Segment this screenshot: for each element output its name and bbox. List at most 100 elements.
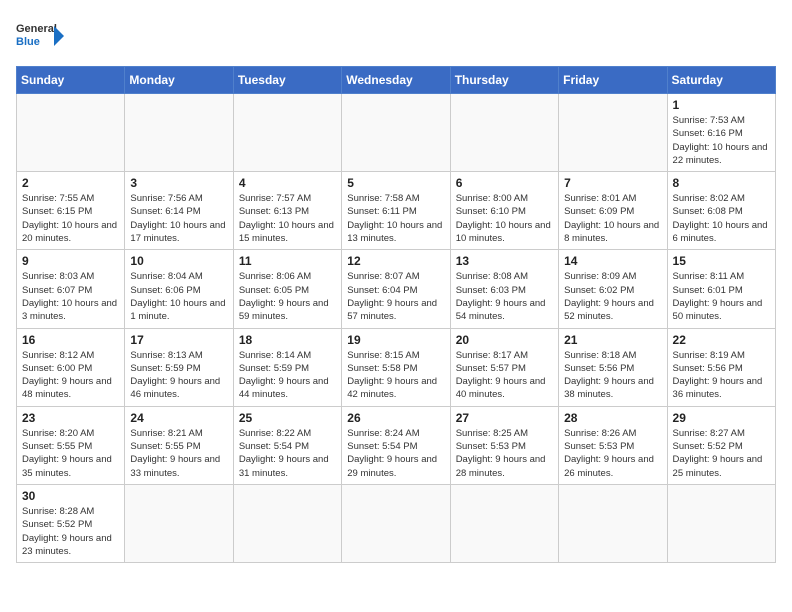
- day-info: Sunrise: 8:18 AM Sunset: 5:56 PM Dayligh…: [564, 349, 661, 402]
- day-info: Sunrise: 8:22 AM Sunset: 5:54 PM Dayligh…: [239, 427, 336, 480]
- weekday-header-wednesday: Wednesday: [342, 67, 450, 94]
- day-info: Sunrise: 8:11 AM Sunset: 6:01 PM Dayligh…: [673, 270, 770, 323]
- calendar-cell: [125, 484, 233, 562]
- day-info: Sunrise: 8:02 AM Sunset: 6:08 PM Dayligh…: [673, 192, 770, 245]
- day-info: Sunrise: 8:13 AM Sunset: 5:59 PM Dayligh…: [130, 349, 227, 402]
- day-number: 8: [673, 176, 770, 190]
- page-header: GeneralBlue: [16, 16, 776, 56]
- calendar-cell: [233, 94, 341, 172]
- day-number: 30: [22, 489, 119, 503]
- day-info: Sunrise: 8:20 AM Sunset: 5:55 PM Dayligh…: [22, 427, 119, 480]
- calendar-cell: 28Sunrise: 8:26 AM Sunset: 5:53 PM Dayli…: [559, 406, 667, 484]
- day-number: 11: [239, 254, 336, 268]
- calendar-cell: 7Sunrise: 8:01 AM Sunset: 6:09 PM Daylig…: [559, 172, 667, 250]
- day-info: Sunrise: 8:19 AM Sunset: 5:56 PM Dayligh…: [673, 349, 770, 402]
- calendar-cell: 19 Sunrise: 8:15 AM Sunset: 5:58 PM Dayli…: [342, 328, 450, 406]
- day-number: 25: [239, 411, 336, 425]
- day-info: Sunrise: 8:14 AM Sunset: 5:59 PM Dayligh…: [239, 349, 336, 402]
- day-info: Sunrise: 8:28 AM Sunset: 5:52 PM Dayligh…: [22, 505, 119, 558]
- calendar-week-row: 23 Sunrise: 8:20 AM Sunset: 5:55 PM Dayli…: [17, 406, 776, 484]
- logo: GeneralBlue: [16, 16, 66, 56]
- day-info: Sunrise: 8:01 AM Sunset: 6:09 PM Dayligh…: [564, 192, 661, 245]
- calendar-cell: 15Sunrise: 8:11 AM Sunset: 6:01 PM Dayli…: [667, 250, 775, 328]
- calendar-cell: 23 Sunrise: 8:20 AM Sunset: 5:55 PM Dayli…: [17, 406, 125, 484]
- calendar-cell: 30 Sunrise: 8:28 AM Sunset: 5:52 PM Dayli…: [17, 484, 125, 562]
- calendar-cell: 14Sunrise: 8:09 AM Sunset: 6:02 PM Dayli…: [559, 250, 667, 328]
- svg-text:Blue: Blue: [16, 36, 40, 48]
- calendar-cell: [450, 484, 558, 562]
- day-info: Sunrise: 8:27 AM Sunset: 5:52 PM Dayligh…: [673, 427, 770, 480]
- calendar-cell: 11Sunrise: 8:06 AM Sunset: 6:05 PM Dayli…: [233, 250, 341, 328]
- day-info: Sunrise: 7:55 AM Sunset: 6:15 PM Dayligh…: [22, 192, 119, 245]
- day-number: 24: [130, 411, 227, 425]
- day-number: 17: [130, 333, 227, 347]
- calendar-cell: 4Sunrise: 7:57 AM Sunset: 6:13 PM Daylig…: [233, 172, 341, 250]
- logo-svg: GeneralBlue: [16, 16, 66, 56]
- day-number: 23: [22, 411, 119, 425]
- day-number: 3: [130, 176, 227, 190]
- weekday-header-sunday: Sunday: [17, 67, 125, 94]
- calendar-cell: 1Sunrise: 7:53 AM Sunset: 6:16 PM Daylig…: [667, 94, 775, 172]
- calendar-cell: 26 Sunrise: 8:24 AM Sunset: 5:54 PM Dayli…: [342, 406, 450, 484]
- calendar-cell: [125, 94, 233, 172]
- calendar-week-row: 1Sunrise: 7:53 AM Sunset: 6:16 PM Daylig…: [17, 94, 776, 172]
- calendar-cell: 8 Sunrise: 8:02 AM Sunset: 6:08 PM Daylig…: [667, 172, 775, 250]
- day-info: Sunrise: 7:58 AM Sunset: 6:11 PM Dayligh…: [347, 192, 444, 245]
- calendar-cell: [342, 94, 450, 172]
- calendar-cell: 17 Sunrise: 8:13 AM Sunset: 5:59 PM Dayli…: [125, 328, 233, 406]
- calendar-cell: 12 Sunrise: 8:07 AM Sunset: 6:04 PM Dayli…: [342, 250, 450, 328]
- day-info: Sunrise: 8:07 AM Sunset: 6:04 PM Dayligh…: [347, 270, 444, 323]
- day-info: Sunrise: 8:17 AM Sunset: 5:57 PM Dayligh…: [456, 349, 553, 402]
- weekday-header-friday: Friday: [559, 67, 667, 94]
- day-number: 19: [347, 333, 444, 347]
- day-info: Sunrise: 8:04 AM Sunset: 6:06 PM Dayligh…: [130, 270, 227, 323]
- calendar-table: SundayMondayTuesdayWednesdayThursdayFrid…: [16, 66, 776, 563]
- calendar-cell: [559, 94, 667, 172]
- calendar-cell: 3 Sunrise: 7:56 AM Sunset: 6:14 PM Daylig…: [125, 172, 233, 250]
- calendar-cell: 16 Sunrise: 8:12 AM Sunset: 6:00 PM Dayli…: [17, 328, 125, 406]
- day-info: Sunrise: 8:03 AM Sunset: 6:07 PM Dayligh…: [22, 270, 119, 323]
- day-info: Sunrise: 8:08 AM Sunset: 6:03 PM Dayligh…: [456, 270, 553, 323]
- day-info: Sunrise: 8:24 AM Sunset: 5:54 PM Dayligh…: [347, 427, 444, 480]
- day-number: 29: [673, 411, 770, 425]
- day-info: Sunrise: 7:57 AM Sunset: 6:13 PM Dayligh…: [239, 192, 336, 245]
- day-number: 26: [347, 411, 444, 425]
- day-info: Sunrise: 8:00 AM Sunset: 6:10 PM Dayligh…: [456, 192, 553, 245]
- weekday-header-tuesday: Tuesday: [233, 67, 341, 94]
- calendar-cell: 2Sunrise: 7:55 AM Sunset: 6:15 PM Daylig…: [17, 172, 125, 250]
- day-number: 22: [673, 333, 770, 347]
- calendar-cell: [233, 484, 341, 562]
- calendar-cell: 20Sunrise: 8:17 AM Sunset: 5:57 PM Dayli…: [450, 328, 558, 406]
- calendar-week-row: 30 Sunrise: 8:28 AM Sunset: 5:52 PM Dayli…: [17, 484, 776, 562]
- day-number: 14: [564, 254, 661, 268]
- day-info: Sunrise: 7:56 AM Sunset: 6:14 PM Dayligh…: [130, 192, 227, 245]
- svg-text:General: General: [16, 23, 57, 35]
- day-number: 18: [239, 333, 336, 347]
- calendar-cell: 5 Sunrise: 7:58 AM Sunset: 6:11 PM Daylig…: [342, 172, 450, 250]
- day-number: 12: [347, 254, 444, 268]
- calendar-cell: 27Sunrise: 8:25 AM Sunset: 5:53 PM Dayli…: [450, 406, 558, 484]
- weekday-header-row: SundayMondayTuesdayWednesdayThursdayFrid…: [17, 67, 776, 94]
- calendar-week-row: 2Sunrise: 7:55 AM Sunset: 6:15 PM Daylig…: [17, 172, 776, 250]
- calendar-week-row: 9Sunrise: 8:03 AM Sunset: 6:07 PM Daylig…: [17, 250, 776, 328]
- day-info: Sunrise: 8:15 AM Sunset: 5:58 PM Dayligh…: [347, 349, 444, 402]
- calendar-cell: 25 Sunrise: 8:22 AM Sunset: 5:54 PM Dayli…: [233, 406, 341, 484]
- calendar-cell: 10 Sunrise: 8:04 AM Sunset: 6:06 PM Dayli…: [125, 250, 233, 328]
- calendar-cell: 21Sunrise: 8:18 AM Sunset: 5:56 PM Dayli…: [559, 328, 667, 406]
- calendar-cell: 18 Sunrise: 8:14 AM Sunset: 5:59 PM Dayli…: [233, 328, 341, 406]
- calendar-cell: [450, 94, 558, 172]
- weekday-header-thursday: Thursday: [450, 67, 558, 94]
- calendar-cell: [559, 484, 667, 562]
- day-number: 27: [456, 411, 553, 425]
- day-number: 5: [347, 176, 444, 190]
- day-info: Sunrise: 8:12 AM Sunset: 6:00 PM Dayligh…: [22, 349, 119, 402]
- calendar-cell: 13Sunrise: 8:08 AM Sunset: 6:03 PM Dayli…: [450, 250, 558, 328]
- day-number: 16: [22, 333, 119, 347]
- day-number: 1: [673, 98, 770, 112]
- day-number: 10: [130, 254, 227, 268]
- calendar-cell: 9Sunrise: 8:03 AM Sunset: 6:07 PM Daylig…: [17, 250, 125, 328]
- calendar-cell: 22 Sunrise: 8:19 AM Sunset: 5:56 PM Dayli…: [667, 328, 775, 406]
- calendar-week-row: 16 Sunrise: 8:12 AM Sunset: 6:00 PM Dayli…: [17, 328, 776, 406]
- calendar-cell: [17, 94, 125, 172]
- calendar-cell: [342, 484, 450, 562]
